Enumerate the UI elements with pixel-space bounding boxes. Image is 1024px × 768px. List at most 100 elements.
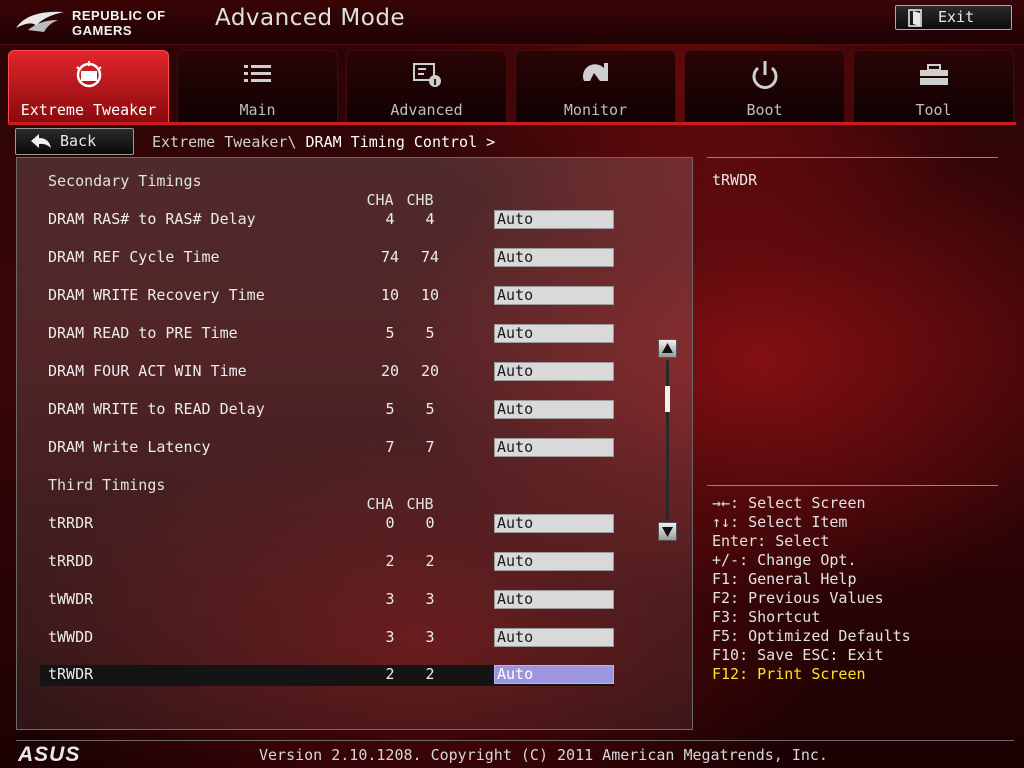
scrollbar-track[interactable]	[666, 360, 669, 520]
tab-label: Boot	[746, 101, 783, 119]
setting-name: DRAM REF Cycle Time	[48, 248, 220, 266]
setting-row[interactable]: DRAM WRITE Recovery Time 10 10 Auto	[40, 286, 614, 307]
scroll-up-button[interactable]	[658, 339, 677, 358]
rog-logo-text: REPUBLIC OF GAMERS	[72, 8, 166, 38]
cha-value: 4	[385, 210, 395, 228]
scroll-down-button[interactable]	[658, 522, 677, 541]
chb-value: 7	[425, 438, 435, 456]
setting-value-field[interactable]: Auto	[494, 438, 614, 457]
version-text: Version 2.10.1208. Copyright (C) 2011 Am…	[259, 746, 828, 764]
key-hint: →←: Select Screen	[712, 494, 866, 512]
setting-value-field[interactable]: Auto	[494, 590, 614, 609]
tab-boot[interactable]: Boot	[684, 50, 845, 122]
monitor-gauge-icon	[583, 63, 608, 81]
chb-value: 3	[425, 628, 435, 646]
setting-value-field[interactable]: Auto	[494, 248, 614, 267]
breadcrumb-parent[interactable]: Extreme Tweaker\	[152, 133, 297, 151]
key-hint: +/-: Change Opt.	[712, 551, 857, 569]
setting-name: DRAM RAS# to RAS# Delay	[48, 210, 256, 228]
setting-value-field[interactable]: Auto	[494, 210, 614, 229]
setting-value-field[interactable]: Auto	[494, 400, 614, 419]
list-icon	[244, 65, 271, 82]
setting-row[interactable]: DRAM FOUR ACT WIN Time 20 20 Auto	[40, 362, 614, 383]
key-hint-print-screen[interactable]: F12: Print Screen	[712, 665, 911, 684]
scrollbar-thumb[interactable]	[665, 386, 670, 412]
setting-value-field[interactable]: Auto	[494, 665, 614, 684]
extreme-tweaker-icon	[76, 61, 102, 88]
setting-value-field[interactable]: Auto	[494, 628, 614, 647]
divider	[707, 485, 998, 486]
setting-value-field[interactable]: Auto	[494, 286, 614, 305]
cha-value: 0	[385, 514, 395, 532]
setting-row[interactable]: DRAM Write Latency 7 7 Auto	[40, 438, 614, 459]
setting-row[interactable]: DRAM WRITE to READ Delay 5 5 Auto	[40, 400, 614, 421]
key-hint: F1: General Help	[712, 570, 857, 588]
setting-name: tRWDR	[48, 665, 94, 683]
back-button[interactable]: Back	[15, 128, 134, 155]
setting-name: tWWDR	[48, 590, 94, 608]
key-hint: F10: Save ESC: Exit	[712, 646, 884, 664]
key-hint: F5: Optimized Defaults	[712, 627, 911, 645]
setting-value-field[interactable]: Auto	[494, 362, 614, 381]
power-icon	[752, 61, 778, 89]
tab-label: Advanced	[390, 101, 463, 119]
tab-monitor[interactable]: Monitor	[515, 50, 676, 122]
cha-value: 2	[385, 665, 395, 683]
tab-tool[interactable]: Tool	[853, 50, 1014, 122]
setting-row-selected[interactable]: tRWDR 2 2 Auto	[40, 665, 614, 686]
tab-label: Monitor	[563, 101, 628, 119]
key-hint: F2: Previous Values	[712, 589, 884, 607]
chb-value: 5	[425, 400, 435, 418]
setting-name: DRAM WRITE Recovery Time	[48, 286, 265, 304]
setting-name: DRAM Write Latency	[48, 438, 211, 456]
rog-eye-icon	[16, 11, 64, 32]
chb-value: 3	[425, 590, 435, 608]
triangle-up-icon	[662, 343, 673, 353]
chb-value: 0	[425, 514, 435, 532]
chb-value: 2	[425, 665, 435, 683]
tab-label: Tool	[915, 101, 952, 119]
logo-line1: REPUBLIC OF	[72, 8, 166, 23]
chb-value: 5	[425, 324, 435, 342]
tab-main[interactable]: Main	[177, 50, 338, 122]
cha-value: 3	[385, 628, 395, 646]
exit-button[interactable]: Exit	[895, 5, 1012, 30]
chb-value: 4	[425, 210, 435, 228]
setting-name: DRAM READ to PRE Time	[48, 324, 238, 342]
cha-value: 10	[380, 286, 400, 304]
footer-divider	[16, 740, 1014, 741]
tab-label: Extreme Tweaker	[20, 101, 157, 119]
cha-value: 7	[385, 438, 395, 456]
cha-value: 5	[385, 324, 395, 342]
back-label: Back	[60, 132, 97, 150]
column-header-cha: CHA	[366, 191, 394, 209]
setting-row[interactable]: DRAM RAS# to RAS# Delay 4 4 Auto	[40, 210, 614, 231]
chb-value: 20	[420, 362, 440, 380]
setting-name: tRRDD	[48, 552, 94, 570]
cha-value: 3	[385, 590, 395, 608]
tab-advanced[interactable]: Advanced	[346, 50, 507, 122]
column-header-chb: CHB	[406, 495, 434, 513]
toolbox-icon	[920, 64, 948, 85]
logo-line2: GAMERS	[72, 23, 133, 38]
triangle-down-icon	[662, 527, 673, 537]
setting-value-field[interactable]: Auto	[494, 552, 614, 571]
tab-extreme-tweaker[interactable]: Extreme Tweaker	[8, 50, 169, 122]
cha-value: 74	[380, 248, 400, 266]
setting-row[interactable]: DRAM READ to PRE Time 5 5 Auto	[40, 324, 614, 345]
exit-door-icon	[908, 9, 922, 27]
setting-row[interactable]: DRAM REF Cycle Time 74 74 Auto	[40, 248, 614, 269]
tab-label: Main	[239, 101, 276, 119]
setting-value-field[interactable]: Auto	[494, 324, 614, 343]
breadcrumb-current: DRAM Timing Control >	[305, 133, 496, 151]
page-title: Advanced Mode	[215, 5, 406, 31]
key-hint: F3: Shortcut	[712, 608, 821, 626]
setting-row[interactable]: tWWDR 3 3 Auto	[40, 590, 614, 611]
setting-row[interactable]: tRRDR 0 0 Auto	[40, 514, 614, 535]
tab-underline	[8, 122, 1016, 125]
setting-row[interactable]: tWWDD 3 3 Auto	[40, 628, 614, 649]
setting-value-field[interactable]: Auto	[494, 514, 614, 533]
setting-name: DRAM FOUR ACT WIN Time	[48, 362, 247, 380]
setting-row[interactable]: tRRDD 2 2 Auto	[40, 552, 614, 573]
help-item-title: tRWDR	[712, 171, 758, 189]
